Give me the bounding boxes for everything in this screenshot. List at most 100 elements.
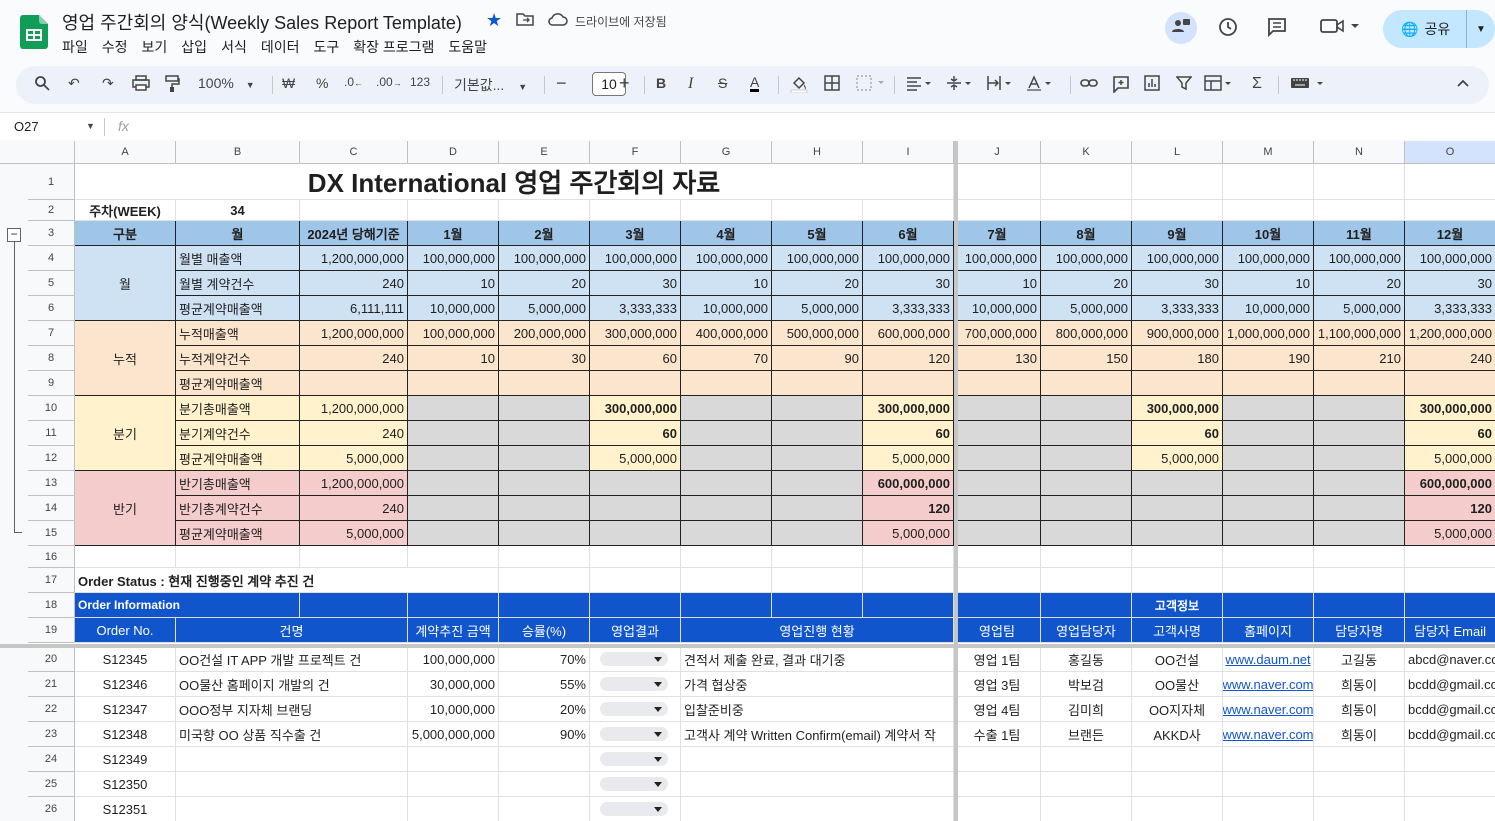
order-amount-cell[interactable] (408, 747, 499, 772)
metric-value-cell[interactable]: 700,000,000 (954, 321, 1041, 346)
order-header-cell[interactable]: 영업담당자 (1041, 618, 1132, 643)
empty-cell[interactable] (954, 593, 1041, 618)
redo-icon[interactable]: ↷ (102, 75, 114, 92)
metric-value-cell[interactable]: 190 (1223, 346, 1314, 371)
order-client-cell[interactable]: OO건설 (1132, 647, 1223, 672)
metric-label-cell[interactable]: 누적계약건수 (176, 346, 300, 371)
font-family-select[interactable]: 기본값... ▼ (454, 75, 527, 95)
metric-value-cell[interactable] (408, 521, 499, 546)
version-history-icon[interactable] (1212, 16, 1244, 44)
metric-value-cell[interactable]: 5,000,000 (1314, 296, 1405, 321)
order-rate-cell[interactable] (499, 747, 590, 772)
menu-tools[interactable]: 도구 (313, 37, 339, 57)
metric-value-cell[interactable]: 400,000,000 (681, 321, 772, 346)
sheets-logo-icon[interactable] (20, 15, 48, 49)
metric-value-cell[interactable]: 30 (590, 271, 681, 296)
empty-cell[interactable] (1405, 546, 1495, 568)
order-name-cell[interactable]: 미국향 OO 상품 직수출 건 (176, 722, 408, 747)
star-icon[interactable]: ★ (486, 10, 502, 31)
metric-value-cell[interactable] (772, 371, 863, 396)
group-half-cell[interactable]: 반기 (75, 471, 176, 546)
row-header-14[interactable]: 14 (28, 496, 75, 521)
metric-value-cell[interactable]: 120 (1405, 496, 1495, 521)
header-month-12[interactable]: 12월 (1405, 221, 1495, 246)
metric-value-cell[interactable] (954, 446, 1041, 471)
metric-value-cell[interactable]: 300,000,000 (1132, 396, 1223, 421)
header-month-6[interactable]: 6월 (863, 221, 954, 246)
order-contact-cell[interactable]: 희동이 (1314, 672, 1405, 697)
column-freeze-bar[interactable] (954, 141, 958, 821)
order-header-cell[interactable]: 담당자명 (1314, 618, 1405, 643)
menu-data[interactable]: 데이터 (261, 37, 300, 57)
metric-value-cell[interactable] (1041, 396, 1132, 421)
column-header-n[interactable]: N (1314, 141, 1405, 164)
menu-help[interactable]: 도움말 (448, 37, 487, 57)
order-client-cell[interactable] (1132, 797, 1223, 821)
menu-file[interactable]: 파일 (62, 37, 88, 57)
column-header-f[interactable]: F (590, 141, 681, 164)
order-email-cell[interactable] (1405, 797, 1495, 821)
order-name-cell[interactable]: OO건설 IT APP 개발 프로젝트 건 (176, 647, 408, 672)
metric-value-cell[interactable]: 150 (1041, 346, 1132, 371)
metric-value-cell[interactable]: 3,333,333 (1132, 296, 1223, 321)
metric-value-cell[interactable]: 100,000,000 (1223, 246, 1314, 271)
order-name-cell[interactable]: OO물산 홈페이지 개발의 건 (176, 672, 408, 697)
document-title[interactable]: 영업 주간회의 양식(Weekly Sales Report Template) (62, 9, 462, 35)
empty-cell[interactable] (681, 568, 772, 593)
decrease-font-size-button[interactable]: − (556, 73, 567, 94)
comments-icon[interactable] (1261, 16, 1293, 44)
metric-value-cell[interactable] (499, 421, 590, 446)
empty-cell[interactable] (300, 200, 408, 221)
empty-cell[interactable] (1041, 593, 1132, 618)
empty-cell[interactable] (590, 568, 681, 593)
order-amount-cell[interactable]: 10,000,000 (408, 697, 499, 722)
metric-value-cell[interactable] (954, 396, 1041, 421)
metric-total-cell[interactable]: 5,000,000 (300, 521, 408, 546)
metric-value-cell[interactable] (1041, 521, 1132, 546)
metric-value-cell[interactable]: 5,000,000 (1405, 446, 1495, 471)
row-header-23[interactable]: 23 (28, 722, 75, 747)
empty-cell[interactable] (499, 593, 590, 618)
increase-font-size-button[interactable]: + (619, 73, 630, 94)
column-header-m[interactable]: M (1223, 141, 1314, 164)
column-header-i[interactable]: I (863, 141, 954, 164)
metric-value-cell[interactable] (1223, 421, 1314, 446)
metric-value-cell[interactable] (772, 521, 863, 546)
empty-cell[interactable] (1314, 164, 1405, 200)
cloud-saved-icon[interactable] (548, 12, 568, 31)
row-header-13[interactable]: 13 (28, 471, 75, 496)
metric-value-cell[interactable] (681, 371, 772, 396)
column-header-e[interactable]: E (499, 141, 590, 164)
empty-cell[interactable] (1132, 546, 1223, 568)
header-month-cell[interactable]: 월 (176, 221, 300, 246)
empty-cell[interactable] (863, 593, 954, 618)
metric-value-cell[interactable]: 1,200,000,000 (1405, 321, 1495, 346)
row-header-9[interactable]: 9 (28, 371, 75, 396)
metric-total-cell[interactable]: 1,200,000,000 (300, 321, 408, 346)
insert-chart-icon[interactable] (1144, 75, 1160, 94)
header-month-11[interactable]: 11월 (1314, 221, 1405, 246)
metric-label-cell[interactable]: 평균계약매출액 (176, 371, 300, 396)
metric-value-cell[interactable]: 100,000,000 (681, 246, 772, 271)
metric-label-cell[interactable]: 월별 매출액 (176, 246, 300, 271)
collapse-group-icon[interactable]: − (7, 228, 21, 242)
order-header-cell[interactable]: 영업팀 (954, 618, 1041, 643)
metric-value-cell[interactable]: 130 (954, 346, 1041, 371)
empty-cell[interactable] (1405, 164, 1495, 200)
order-rate-cell[interactable] (499, 772, 590, 797)
dropdown-chip-icon[interactable] (600, 652, 668, 666)
metric-value-cell[interactable]: 300,000,000 (590, 321, 681, 346)
metric-value-cell[interactable] (1223, 471, 1314, 496)
metric-value-cell[interactable] (954, 496, 1041, 521)
order-team-cell[interactable]: 영업 4팀 (954, 697, 1041, 722)
order-result-dropdown[interactable] (590, 747, 681, 772)
row-header-12[interactable]: 12 (28, 446, 75, 471)
column-header-g[interactable]: G (681, 141, 772, 164)
metric-value-cell[interactable] (1132, 521, 1223, 546)
order-header-cell[interactable]: Order No. (75, 618, 176, 643)
order-progress-cell[interactable] (681, 797, 954, 821)
metric-value-cell[interactable]: 30 (499, 346, 590, 371)
metric-value-cell[interactable]: 100,000,000 (1405, 246, 1495, 271)
order-homepage-link[interactable]: www.naver.com (1223, 672, 1314, 697)
header-month-4[interactable]: 4월 (681, 221, 772, 246)
